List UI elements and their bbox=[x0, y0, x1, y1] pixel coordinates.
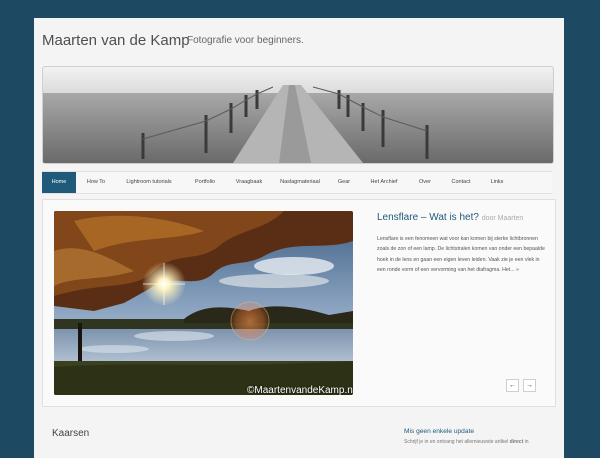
header-banner-image bbox=[42, 66, 554, 164]
nav-item-links[interactable]: Links bbox=[485, 172, 509, 193]
nav-item-over[interactable]: Over bbox=[413, 172, 437, 193]
nav-item-gear[interactable]: Gear bbox=[332, 172, 356, 193]
slide-excerpt-text: Lensflare is een fenomeen wat voor kan k… bbox=[377, 236, 545, 273]
arrow-left-icon: ← bbox=[509, 382, 516, 389]
slider-next-button[interactable]: → bbox=[523, 379, 536, 392]
slide-author: door Maarten bbox=[481, 215, 524, 222]
site-description: Fotografie voor beginners. bbox=[187, 35, 304, 46]
slide-excerpt: Lensflare is een fenomeen wat voor kan k… bbox=[377, 234, 547, 275]
main-navigation: Home How To Lightroom tutorials Portfoli… bbox=[42, 171, 552, 194]
nav-item-lightroom-tutorials[interactable]: Lightroom tutorials bbox=[118, 172, 180, 193]
featured-slider: ©MaartenvandeKamp.nl Lensflare – Wat is … bbox=[42, 199, 556, 407]
nav-item-contact[interactable]: Contact bbox=[445, 172, 477, 193]
nav-item-naslagmateriaal[interactable]: Naslagmateriaal bbox=[275, 172, 325, 193]
nav-item-vraagbaak[interactable]: Vraagbaak bbox=[229, 172, 269, 193]
arrow-right-icon: → bbox=[526, 382, 533, 389]
nav-item-how-to[interactable]: How To bbox=[80, 172, 112, 193]
slide-title[interactable]: Lensflare – Wat is het? door Maarten bbox=[377, 212, 523, 223]
widget-title: Mis geen enkele update bbox=[404, 428, 475, 435]
site-header: Maarten van de Kamp Fotografie voor begi… bbox=[42, 32, 557, 62]
widget-text-end: in bbox=[523, 439, 529, 445]
nav-item-portfolio[interactable]: Portfolio bbox=[187, 172, 223, 193]
photo-watermark: ©MaartenvandeKamp.nl bbox=[247, 385, 353, 395]
widget-text: Schrijf je in en ontvang het allernieuws… bbox=[404, 439, 529, 445]
slider-prev-button[interactable]: ← bbox=[506, 379, 519, 392]
nav-item-home[interactable]: Home bbox=[42, 172, 76, 193]
site-title[interactable]: Maarten van de Kamp bbox=[42, 32, 190, 49]
widget-text-bold: direct bbox=[509, 439, 524, 445]
nav-item-het-archief[interactable]: Het Archief bbox=[362, 172, 406, 193]
post-title[interactable]: Kaarsen bbox=[52, 428, 89, 439]
slide-photo[interactable]: ©MaartenvandeKamp.nl bbox=[54, 211, 353, 395]
page-container: Maarten van de Kamp Fotografie voor begi… bbox=[34, 18, 564, 458]
widget-text-start: Schrijf je in en ontvang het allernieuws… bbox=[404, 439, 510, 445]
slide-title-text[interactable]: Lensflare – Wat is het? bbox=[377, 212, 479, 223]
read-more-link[interactable]: » bbox=[516, 267, 519, 273]
